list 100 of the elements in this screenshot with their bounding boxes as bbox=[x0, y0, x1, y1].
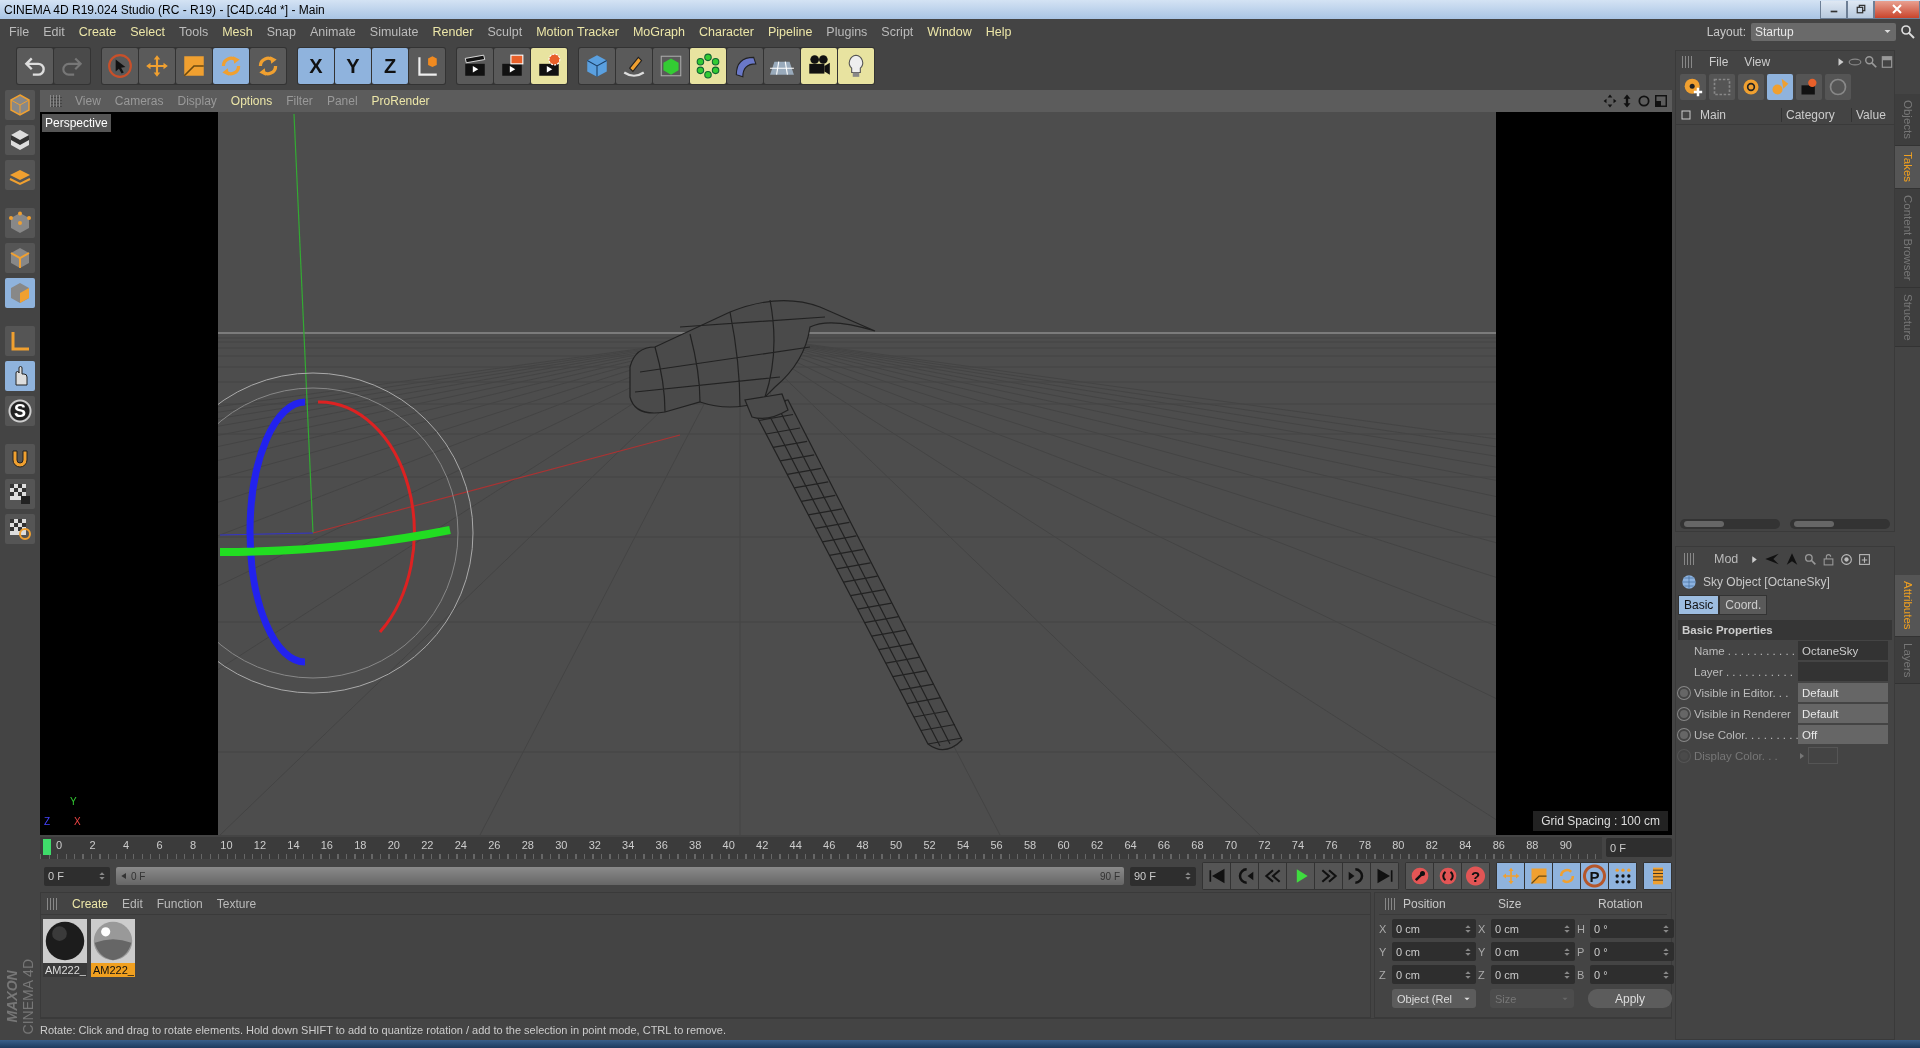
text-field[interactable]: OctaneSky bbox=[1798, 641, 1888, 660]
menu-item[interactable]: Options bbox=[223, 94, 280, 108]
mode-dropdown[interactable]: Object (Rel bbox=[1392, 989, 1476, 1008]
scrollbar[interactable] bbox=[1790, 519, 1890, 529]
frame-number: 88 bbox=[1525, 837, 1540, 853]
apply-button[interactable]: Apply bbox=[1588, 989, 1672, 1008]
tool-button[interactable]: X bbox=[298, 48, 334, 84]
frame-number: 10 bbox=[219, 837, 234, 853]
coordinate-field[interactable]: 0 ° bbox=[1590, 965, 1674, 984]
coordinate-field[interactable]: 0 ° bbox=[1590, 942, 1674, 961]
menu-item[interactable]: Edit bbox=[36, 24, 72, 39]
coordinate-field[interactable]: 0 cm bbox=[1392, 965, 1476, 984]
menu-item[interactable]: Tools bbox=[172, 24, 216, 39]
coordinate-field[interactable]: 0 cm bbox=[1491, 965, 1575, 984]
frame-number: 2 bbox=[88, 837, 97, 853]
playhead[interactable] bbox=[43, 838, 51, 855]
keyframe-radio[interactable] bbox=[1678, 728, 1690, 741]
menu-item[interactable]: View bbox=[1737, 55, 1778, 69]
tool-button[interactable]: Z bbox=[372, 48, 408, 84]
coordinate-field[interactable]: 0 cm bbox=[1392, 919, 1476, 938]
menu-item[interactable]: Create bbox=[71, 24, 124, 39]
menu-item[interactable]: Simulate bbox=[362, 24, 426, 39]
tool-button[interactable] bbox=[457, 48, 493, 84]
end-frame-field[interactable]: 90 F bbox=[1130, 866, 1196, 886]
menu-item[interactable]: Script bbox=[874, 24, 921, 39]
menu-item[interactable]: Sculpt bbox=[480, 24, 530, 39]
menu-item[interactable]: Create bbox=[65, 896, 116, 911]
dropdown[interactable]: Off bbox=[1798, 725, 1888, 744]
material-name[interactable]: AM222_ bbox=[91, 963, 135, 977]
polygon-cube-icon bbox=[8, 281, 32, 305]
transport-button[interactable] bbox=[1287, 863, 1314, 889]
menu-item[interactable]: Window bbox=[920, 24, 979, 39]
menu-item[interactable]: Edit bbox=[115, 896, 150, 911]
transport-button[interactable] bbox=[1406, 863, 1433, 889]
close-icon bbox=[1891, 3, 1903, 15]
menu-item[interactable]: Snap bbox=[259, 24, 303, 39]
tab[interactable]: Coord. bbox=[1719, 595, 1768, 615]
coordinate-field[interactable]: 0 cm bbox=[1392, 942, 1476, 961]
coordinate-field[interactable]: 0 ° bbox=[1590, 919, 1674, 938]
start-frame-field[interactable]: 0 F bbox=[44, 866, 110, 886]
axis-label: Y bbox=[1478, 945, 1487, 958]
column-header[interactable]: Category bbox=[1781, 107, 1851, 122]
tool-button[interactable] bbox=[5, 479, 35, 509]
coordinate-field[interactable]: 0 cm bbox=[1491, 919, 1575, 938]
spinner-icon bbox=[1464, 924, 1472, 933]
side-tab[interactable]: Attributes bbox=[1895, 575, 1920, 637]
tool-button[interactable] bbox=[494, 48, 530, 84]
menu-item[interactable]: MoGraph bbox=[625, 24, 692, 39]
scrollbar[interactable] bbox=[1680, 519, 1780, 529]
tool-button[interactable] bbox=[409, 48, 445, 84]
cube-icon bbox=[8, 93, 32, 117]
transport-button[interactable]: ? bbox=[1462, 863, 1489, 889]
toolbar-button[interactable] bbox=[1738, 74, 1764, 100]
transport-button[interactable] bbox=[1434, 863, 1461, 889]
tool-button[interactable] bbox=[5, 514, 35, 544]
menu-item[interactable]: File bbox=[1702, 55, 1736, 69]
restore-icon bbox=[1855, 4, 1866, 14]
window-title: CINEMA 4D R19.024 Studio (RC - R19) - [C4D.c4d *] - Main bbox=[4, 2, 326, 17]
menu-item[interactable]: Help bbox=[978, 24, 1019, 39]
frame-number: 62 bbox=[1089, 837, 1105, 853]
menu-item[interactable]: Function bbox=[149, 896, 210, 911]
column-header[interactable]: Main bbox=[1696, 107, 1781, 122]
frame-field[interactable]: 0 F bbox=[1606, 838, 1672, 857]
frame-number: 64 bbox=[1123, 837, 1138, 853]
menu-item[interactable]: Select bbox=[123, 24, 172, 39]
keyframe-radio[interactable] bbox=[1678, 707, 1690, 720]
close-button[interactable] bbox=[1874, 0, 1920, 19]
column-header[interactable]: Value bbox=[1851, 107, 1890, 122]
menu-item[interactable]: Mesh bbox=[215, 24, 260, 39]
tool-button[interactable] bbox=[531, 48, 567, 84]
keyframe-radio[interactable] bbox=[1678, 686, 1690, 699]
menu-item[interactable]: Texture bbox=[209, 896, 264, 911]
timeline-ruler[interactable]: 0 2 4 6 8 10 12 14 16 18 20 22 24 26 28 30 32 34 36 38 40 42 44 46 48 50 52 54 56 58 60 62 64 66 68 70 72 74 76 78 80 82 84 86 88 90 bbox=[40, 836, 1602, 859]
frame-number: 74 bbox=[1290, 837, 1306, 853]
menu-item[interactable]: Mod bbox=[1707, 552, 1746, 566]
frame-number: 86 bbox=[1491, 837, 1506, 853]
menu-item[interactable]: ProRender bbox=[364, 94, 437, 108]
layout-dropdown[interactable]: Startup bbox=[1751, 22, 1896, 41]
menu-item[interactable]: File bbox=[2, 24, 37, 39]
toolbar-button[interactable] bbox=[1796, 74, 1822, 100]
side-tab[interactable]: Takes bbox=[1895, 146, 1920, 190]
transport-button[interactable]: P bbox=[1581, 863, 1608, 889]
menu-item[interactable]: Motion Tracker bbox=[529, 24, 626, 39]
tab[interactable]: Basic bbox=[1678, 595, 1720, 615]
menu-item[interactable]: Animate bbox=[302, 24, 363, 39]
coordinate-field[interactable]: 0 cm bbox=[1491, 942, 1575, 961]
menu-item[interactable]: Character bbox=[692, 24, 761, 39]
tool-button[interactable]: S bbox=[5, 396, 35, 426]
dropdown[interactable]: Default bbox=[1798, 704, 1888, 723]
menu-item[interactable]: Pipeline bbox=[760, 24, 820, 39]
tool-button[interactable] bbox=[801, 48, 837, 84]
tool-button[interactable] bbox=[5, 125, 35, 155]
menu-item[interactable]: Plugins bbox=[819, 24, 875, 39]
menu-item[interactable]: Render bbox=[425, 24, 481, 39]
dropdown[interactable]: Default bbox=[1798, 683, 1888, 702]
tool-button[interactable] bbox=[616, 48, 652, 84]
transport-button[interactable] bbox=[1609, 863, 1636, 889]
restore-button[interactable] bbox=[1847, 0, 1874, 19]
tool-button[interactable]: Y bbox=[335, 48, 371, 84]
toolbar-button[interactable] bbox=[1680, 74, 1706, 100]
